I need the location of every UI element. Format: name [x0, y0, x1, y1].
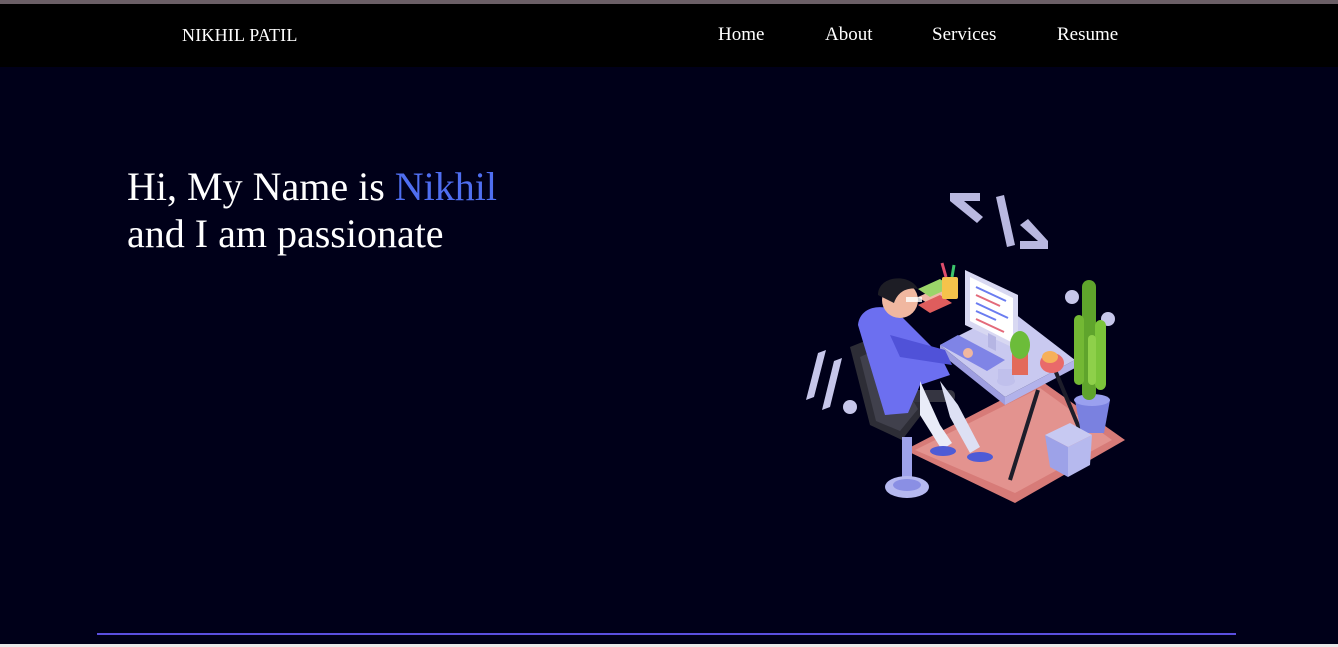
hero-headline: Hi, My Name is Nikhil and I am passionat… — [127, 163, 497, 257]
books-icon — [918, 262, 958, 313]
hero-section — [0, 67, 1338, 647]
headline-name: Nikhil — [394, 164, 497, 209]
nav-link-services[interactable]: Services — [932, 24, 996, 46]
nav-link-resume[interactable]: Resume — [1057, 24, 1118, 46]
desk-plant-icon — [1010, 331, 1030, 375]
developer-at-desk-illustration — [806, 193, 1125, 503]
headline-line-1: Hi, My Name is Nikhil — [127, 163, 497, 210]
headline-line-2: and I am passionate — [127, 211, 444, 256]
brand-logo[interactable]: NIKHIL PATIL — [182, 25, 298, 46]
potted-cactus-icon — [1074, 280, 1110, 433]
section-divider — [97, 633, 1236, 635]
nav-link-about[interactable]: About — [825, 24, 873, 46]
headline-greeting: Hi, My Name is — [127, 164, 395, 209]
navbar: NIKHIL PATIL Home About Services Resume — [0, 4, 1338, 67]
slash-decoration-icon — [806, 350, 857, 414]
code-brackets-icon — [950, 193, 1048, 249]
nav-link-home[interactable]: Home — [718, 24, 764, 46]
